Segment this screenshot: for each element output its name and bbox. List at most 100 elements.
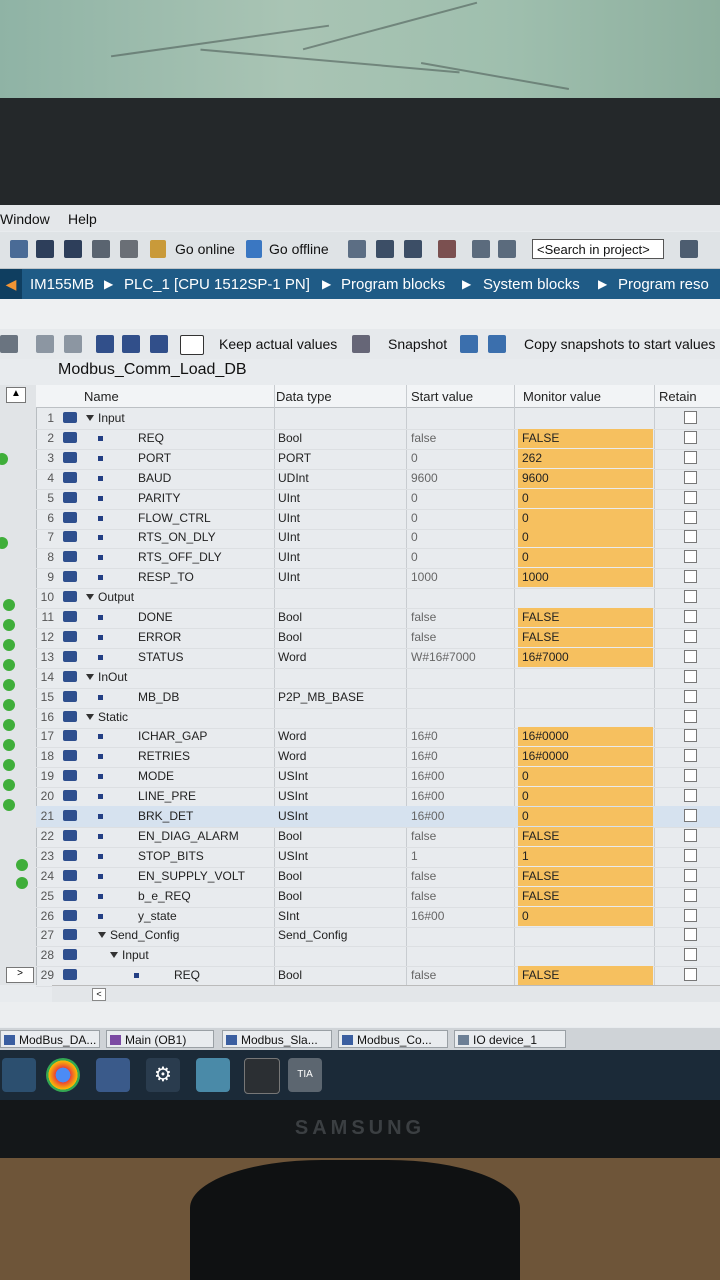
row-data-type[interactable]: Bool (278, 889, 302, 903)
expand-triangle-icon[interactable] (86, 594, 94, 601)
row-data-type[interactable]: USInt (278, 769, 308, 783)
row-data-type[interactable]: Bool (278, 610, 302, 624)
table-row[interactable]: 6 FLOW_CTRL UInt 0 0 (36, 508, 720, 530)
retain-checkbox[interactable] (684, 550, 697, 564)
row-data-type[interactable]: UInt (278, 491, 300, 505)
editor-tab[interactable]: ModBus_DA... (0, 1030, 100, 1048)
chrome-icon[interactable] (46, 1058, 80, 1092)
row-start-value[interactable]: 16#00 (411, 789, 444, 803)
retain-checkbox[interactable] (684, 570, 697, 584)
row-name[interactable]: y_state (138, 909, 177, 923)
row-data-type[interactable]: UInt (278, 550, 300, 564)
row-start-value[interactable]: 16#00 (411, 769, 444, 783)
retain-checkbox[interactable] (684, 828, 697, 842)
row-data-type[interactable]: UInt (278, 511, 300, 525)
go-online-button[interactable]: Go online (175, 241, 235, 257)
retain-checkbox[interactable] (684, 848, 697, 862)
breadcrumb-item[interactable]: PLC_1 [CPU 1512SP-1 PN] (124, 276, 310, 293)
row-start-value[interactable]: 0 (411, 491, 418, 505)
split-horizontal-icon[interactable] (472, 240, 490, 258)
monitor-all-icon[interactable] (180, 335, 204, 355)
retain-checkbox[interactable] (684, 789, 697, 803)
table-row[interactable]: 2 REQ Bool false FALSE (36, 428, 720, 450)
table-row[interactable]: 16 Static (36, 707, 720, 729)
retain-checkbox[interactable] (684, 769, 697, 783)
expand-triangle-icon[interactable] (86, 673, 94, 680)
table-row[interactable]: 24 EN_SUPPLY_VOLT Bool false FALSE (36, 866, 720, 888)
retain-checkbox[interactable] (684, 411, 697, 424)
stop-cpu-icon[interactable] (404, 240, 422, 258)
row-start-value[interactable]: false (411, 610, 436, 624)
expand-icon[interactable] (96, 335, 114, 353)
table-row[interactable]: 29 REQ Bool false FALSE (36, 965, 720, 988)
expand-triangle-icon[interactable] (86, 415, 94, 421)
editor-tab[interactable]: Modbus_Co... (338, 1030, 448, 1048)
table-row[interactable]: 1 Input (36, 408, 720, 430)
menu-help[interactable]: Help (68, 211, 97, 227)
keep-values-icon[interactable] (352, 335, 370, 353)
editor-tab[interactable]: Main (OB1) (106, 1030, 214, 1048)
scroll-right-icon[interactable]: > (6, 967, 34, 983)
row-start-value[interactable]: 16#00 (411, 809, 444, 823)
tia-portal-icon[interactable]: TIA V15.1 (288, 1058, 322, 1114)
row-start-value[interactable]: 0 (411, 550, 418, 564)
row-start-value[interactable]: 9600 (411, 471, 438, 485)
row-start-value[interactable]: 16#00 (411, 909, 444, 923)
row-data-type[interactable]: UInt (278, 530, 300, 544)
retain-checkbox[interactable] (684, 908, 697, 922)
row-data-type[interactable]: UInt (278, 570, 300, 584)
snapshot-icon[interactable] (460, 335, 478, 353)
row-name[interactable]: Static (98, 710, 128, 724)
row-data-type[interactable]: PORT (278, 451, 311, 465)
retain-checkbox[interactable] (684, 430, 697, 444)
retain-checkbox[interactable] (684, 888, 697, 902)
split-vertical-icon[interactable] (498, 240, 516, 258)
table-row[interactable]: 15 MB_DB P2P_MB_BASE (36, 687, 720, 709)
search-input[interactable]: <Search in project> (532, 239, 664, 259)
row-start-value[interactable]: false (411, 869, 436, 883)
table-row[interactable]: 7 RTS_ON_DLY UInt 0 0 (36, 527, 720, 550)
new-icon[interactable] (10, 240, 28, 258)
table-row[interactable]: 25 b_e_REQ Bool false FALSE (36, 886, 720, 908)
row-start-value[interactable]: false (411, 630, 436, 644)
retain-checkbox[interactable] (684, 530, 697, 544)
row-name[interactable]: PARITY (138, 491, 180, 505)
row-data-type[interactable]: Send_Config (278, 928, 347, 942)
table-row[interactable]: 8 RTS_OFF_DLY UInt 0 0 (36, 547, 720, 570)
table-row[interactable]: 18 RETRIES Word 16#0 16#0000 (36, 746, 720, 769)
table-row[interactable]: 12 ERROR Bool false FALSE (36, 627, 720, 649)
retain-checkbox[interactable] (684, 928, 697, 942)
retain-checkbox[interactable] (684, 669, 697, 683)
retain-checkbox[interactable] (684, 749, 697, 763)
go-offline-icon[interactable] (246, 240, 262, 258)
row-start-value[interactable]: 16#0 (411, 729, 438, 743)
retain-checkbox[interactable] (684, 649, 697, 663)
scroll-left-icon[interactable]: < (92, 988, 106, 1001)
download-icon[interactable] (36, 240, 54, 258)
settings-icon[interactable]: ⚙ (146, 1058, 180, 1092)
row-start-value[interactable]: false (411, 431, 436, 445)
search-go-icon[interactable] (680, 240, 698, 258)
row-name[interactable]: EN_DIAG_ALARM (138, 829, 239, 843)
editor-tab[interactable]: IO device_1 (454, 1030, 566, 1048)
breadcrumb-item[interactable]: IM155MB (30, 276, 94, 293)
table-row[interactable]: 13 STATUS Word W#16#7000 16#7000 (36, 647, 720, 669)
start-cpu-icon[interactable] (376, 240, 394, 258)
row-name[interactable]: Send_Config (110, 928, 179, 942)
table-row[interactable]: 20 LINE_PRE USInt 16#00 0 (36, 786, 720, 809)
add-row-icon[interactable] (64, 335, 82, 353)
scroll-up-icon[interactable]: ▲ (6, 387, 26, 403)
save-icon[interactable] (92, 240, 110, 258)
row-name[interactable]: Input (122, 948, 149, 962)
insert-row-icon[interactable] (36, 335, 54, 353)
col-name[interactable]: Name (84, 389, 119, 404)
terminal-icon[interactable] (244, 1058, 280, 1094)
breadcrumb-item[interactable]: System blocks (483, 276, 580, 293)
row-name[interactable]: RESP_TO (138, 570, 194, 584)
retain-checkbox[interactable] (684, 490, 697, 504)
row-data-type[interactable]: Bool (278, 431, 302, 445)
table-row[interactable]: 9 RESP_TO UInt 1000 1000 (36, 567, 720, 590)
row-name[interactable]: RTS_ON_DLY (138, 530, 216, 544)
row-data-type[interactable]: Word (278, 650, 306, 664)
retain-checkbox[interactable] (684, 590, 697, 604)
